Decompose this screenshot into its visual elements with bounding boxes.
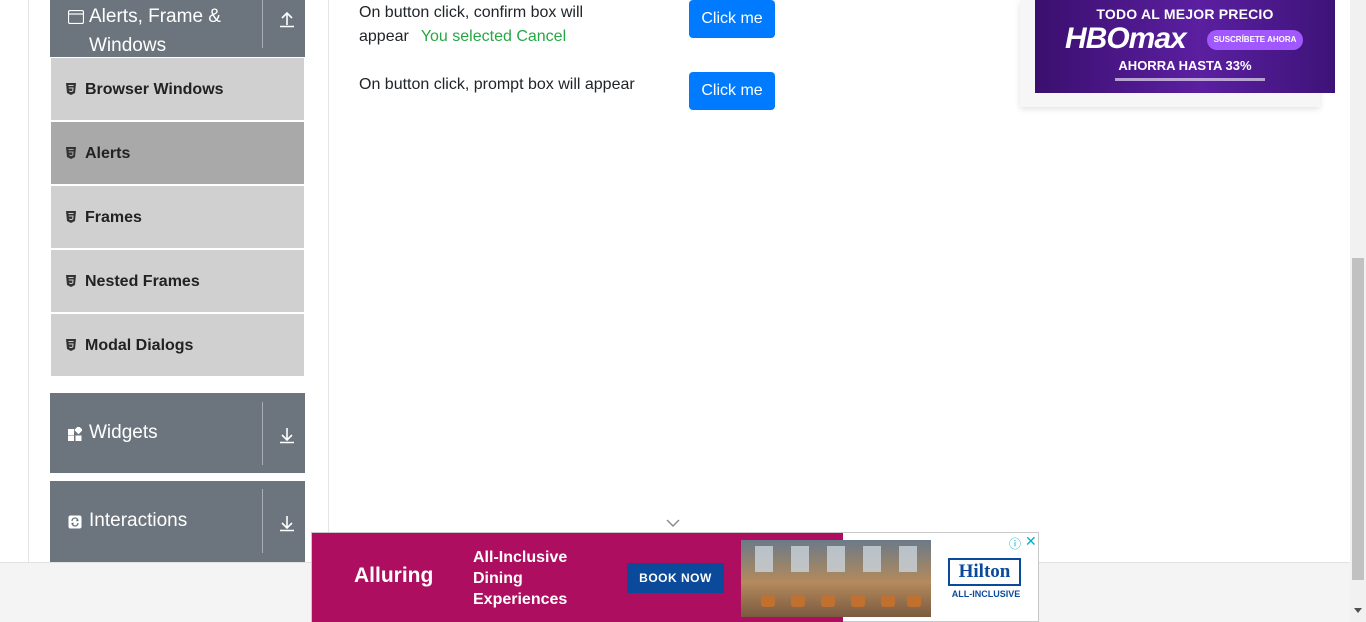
ad-hbomax-fine-print (1115, 78, 1265, 81)
group-interactions[interactable]: Interactions (50, 481, 305, 562)
scroll-down-arrow-icon[interactable] (1354, 608, 1362, 613)
arrow-down-icon[interactable] (278, 514, 296, 532)
html5-icon (66, 339, 76, 351)
prompt-button[interactable]: Click me (689, 72, 775, 110)
group-divider (262, 0, 263, 48)
group-divider (262, 402, 263, 465)
widgets-icon (68, 427, 82, 441)
hilton-logo-sub: ALL-INCLUSIVE (951, 589, 1021, 599)
sidebar-item-label: Modal Dialogs (85, 337, 194, 354)
sidebar-item-label: Alerts (85, 145, 131, 162)
group-title-widgets: Widgets (89, 422, 158, 443)
group-title-line1: Alerts, Frame & (89, 6, 221, 27)
ad-hilton-copy-line2: Dining (473, 570, 523, 587)
confirm-result: You selected Cancel (420, 28, 567, 45)
ad-info-icon[interactable]: ⓘ (1009, 535, 1021, 552)
sidebar-item-alerts[interactable]: Alerts (51, 122, 304, 184)
ad-hbomax-headline: TODO AL MEJOR PRECIO (1096, 6, 1274, 22)
confirm-text-line2: appear You selected Cancel (359, 25, 583, 49)
sidebar-item-browser-windows[interactable]: Browser Windows (51, 58, 304, 120)
group-title-interactions: Interactions (89, 510, 188, 531)
ad-hbomax[interactable]: TODO AL MEJOR PRECIO HBOmax SUSCRÍBETE A… (1035, 0, 1335, 93)
sidebar-item-nested-frames[interactable]: Nested Frames (51, 250, 304, 312)
html5-icon (66, 211, 76, 223)
sidebar-border (28, 0, 29, 562)
content-border (328, 0, 329, 562)
group-divider (262, 489, 263, 553)
chevron-down-icon[interactable] (666, 518, 680, 528)
ad-hilton-copy-line1: All-Inclusive (473, 549, 568, 566)
group-title-line2: Windows (89, 35, 167, 56)
arrow-up-icon[interactable] (278, 10, 296, 28)
prompt-description: On button click, prompt box will appear (359, 76, 635, 93)
ad-hilton[interactable]: Alluring All-Inclusive Dining Experience… (311, 532, 1039, 622)
ad-hilton-photo (741, 540, 931, 617)
sidebar-item-label: Frames (85, 209, 142, 226)
sidebar-item-modal-dialogs[interactable]: Modal Dialogs (51, 314, 304, 376)
confirm-text-line1: On button click, confirm box will (359, 4, 584, 21)
scrollbar-thumb[interactable] (1352, 258, 1364, 580)
html5-icon (66, 83, 76, 95)
group-title-alerts: Alerts, Frame & Windows (89, 2, 221, 60)
ad-hbomax-cta[interactable]: SUSCRÍBETE AHORA (1207, 30, 1303, 50)
page: Alerts, Frame & Windows Browser Windows … (0, 0, 1366, 622)
group-alerts-frame-windows[interactable]: Alerts, Frame & Windows (50, 0, 305, 57)
confirm-text-appear: appear (359, 28, 409, 45)
hilton-logo: Hilton (948, 558, 1021, 586)
sidebar-item-label: Nested Frames (85, 273, 200, 290)
sidebar-item-label: Browser Windows (85, 81, 224, 98)
group-widgets[interactable]: Widgets (50, 393, 305, 473)
ad-hbomax-brand: HBOmax (1065, 22, 1187, 55)
ad-hilton-copy: All-Inclusive Dining Experiences (473, 547, 593, 610)
ad-hilton-copy-line3: Experiences (473, 591, 568, 608)
book-now-button[interactable]: BOOK NOW (627, 563, 724, 593)
sidebar-item-frames[interactable]: Frames (51, 186, 304, 248)
ad-hilton-headline: Alluring (354, 564, 434, 587)
ad-close-icon[interactable]: ✕ (1025, 533, 1037, 550)
ad-hbomax-offer: AHORRA HASTA 33% (1118, 58, 1252, 73)
window-icon (68, 10, 84, 24)
html5-icon (66, 275, 76, 287)
confirm-description: On button click, confirm box will appear… (359, 1, 583, 49)
interactions-icon (68, 515, 82, 529)
confirm-button[interactable]: Click me (689, 0, 775, 38)
arrow-down-icon[interactable] (278, 426, 296, 444)
html5-icon (66, 147, 76, 159)
